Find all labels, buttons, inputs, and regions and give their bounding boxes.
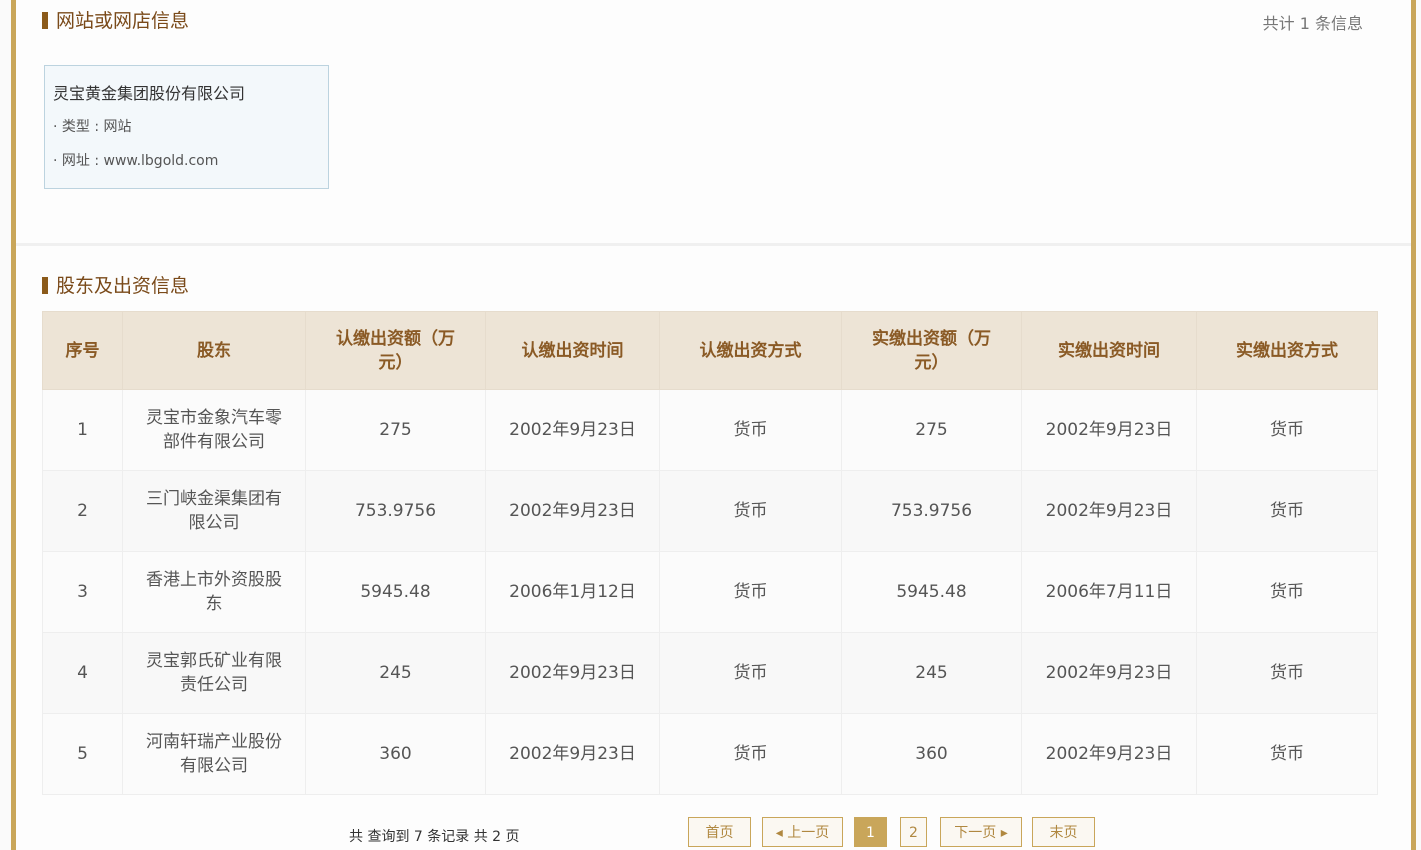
section-divider <box>16 243 1411 246</box>
website-card: 灵宝黄金集团股份有限公司 · 类型 : 网站 · 网址 : www.lbgold… <box>44 65 329 189</box>
page-1-button[interactable]: 1 <box>854 817 887 847</box>
cell-subscribed-date: 2002年9月23日 <box>485 389 660 471</box>
cell-subscribed-amount: 360 <box>305 713 486 795</box>
right-frame-border <box>1411 0 1421 850</box>
cell-paid-amount: 275 <box>841 389 1022 471</box>
table-row: 2 三门峡金渠集团有限公司 753.9756 2002年9月23日 货币 753… <box>42 470 1378 552</box>
next-page-button[interactable]: 下一页 ▸ <box>940 817 1022 847</box>
header-subscribed-method: 认缴出资方式 <box>659 311 842 390</box>
table-row: 5 河南轩瑞产业股份有限公司 360 2002年9月23日 货币 360 200… <box>42 713 1378 795</box>
cell-index: 2 <box>42 470 123 552</box>
cell-subscribed-method: 货币 <box>659 389 842 471</box>
prev-page-button[interactable]: ◂ 上一页 <box>762 817 843 847</box>
cell-subscribed-date: 2002年9月23日 <box>485 470 660 552</box>
left-frame-border <box>0 0 16 850</box>
cell-paid-date: 2002年9月23日 <box>1021 713 1197 795</box>
website-section-title: 网站或网店信息 <box>42 10 189 32</box>
cell-subscribed-method: 货币 <box>659 713 842 795</box>
shareholder-section-title: 股东及出资信息 <box>42 275 189 297</box>
header-subscribed-amount: 认缴出资额（万元） <box>305 311 486 390</box>
cell-shareholder: 河南轩瑞产业股份有限公司 <box>122 713 306 795</box>
website-type: · 类型 : 网站 <box>53 119 132 135</box>
cell-shareholder: 三门峡金渠集团有限公司 <box>122 470 306 552</box>
table-row: 4 灵宝郭氏矿业有限责任公司 245 2002年9月23日 货币 245 200… <box>42 632 1378 714</box>
cell-subscribed-method: 货币 <box>659 470 842 552</box>
cell-shareholder: 香港上市外资股股东 <box>122 551 306 633</box>
cell-subscribed-date: 2002年9月23日 <box>485 713 660 795</box>
cell-subscribed-method: 货币 <box>659 551 842 633</box>
cell-subscribed-date: 2002年9月23日 <box>485 632 660 714</box>
cell-index: 5 <box>42 713 123 795</box>
header-paid-amount: 实缴出资额（万元） <box>841 311 1022 390</box>
record-summary: 共 查询到 7 条记录 共 2 页 <box>349 829 520 845</box>
cell-subscribed-date: 2006年1月12日 <box>485 551 660 633</box>
header-paid-method: 实缴出资方式 <box>1196 311 1378 390</box>
table-row: 3 香港上市外资股股东 5945.48 2006年1月12日 货币 5945.4… <box>42 551 1378 633</box>
cell-paid-method: 货币 <box>1196 470 1378 552</box>
header-shareholder: 股东 <box>122 311 306 390</box>
cell-paid-amount: 245 <box>841 632 1022 714</box>
cell-paid-method: 货币 <box>1196 632 1378 714</box>
page-2-button[interactable]: 2 <box>900 817 927 847</box>
table-header-row: 序号 股东 认缴出资额（万元） 认缴出资时间 认缴出资方式 实缴出资额（万元） … <box>42 311 1378 390</box>
last-page-button[interactable]: 末页 <box>1032 817 1095 847</box>
cell-subscribed-amount: 5945.48 <box>305 551 486 633</box>
header-index: 序号 <box>42 311 123 390</box>
cell-paid-date: 2002年9月23日 <box>1021 470 1197 552</box>
cell-subscribed-amount: 275 <box>305 389 486 471</box>
header-subscribed-date: 认缴出资时间 <box>485 311 660 390</box>
cell-paid-date: 2002年9月23日 <box>1021 389 1197 471</box>
shareholder-table: 序号 股东 认缴出资额（万元） 认缴出资时间 认缴出资方式 实缴出资额（万元） … <box>42 311 1378 795</box>
website-url[interactable]: · 网址 : www.lbgold.com <box>53 150 320 170</box>
cell-index: 4 <box>42 632 123 714</box>
cell-paid-date: 2002年9月23日 <box>1021 632 1197 714</box>
cell-index: 3 <box>42 551 123 633</box>
cell-shareholder: 灵宝郭氏矿业有限责任公司 <box>122 632 306 714</box>
cell-paid-amount: 753.9756 <box>841 470 1022 552</box>
first-page-button[interactable]: 首页 <box>688 817 751 847</box>
cell-paid-method: 货币 <box>1196 551 1378 633</box>
cell-paid-method: 货币 <box>1196 389 1378 471</box>
cell-paid-date: 2006年7月11日 <box>1021 551 1197 633</box>
table-row: 1 灵宝市金象汽车零部件有限公司 275 2002年9月23日 货币 275 2… <box>42 389 1378 471</box>
cell-subscribed-method: 货币 <box>659 632 842 714</box>
website-total-count: 共计 1 条信息 <box>1262 14 1363 33</box>
header-paid-date: 实缴出资时间 <box>1021 311 1197 390</box>
cell-paid-method: 货币 <box>1196 713 1378 795</box>
cell-index: 1 <box>42 389 123 471</box>
cell-paid-amount: 360 <box>841 713 1022 795</box>
cell-subscribed-amount: 753.9756 <box>305 470 486 552</box>
website-company-name: 灵宝黄金集团股份有限公司 <box>53 84 246 103</box>
cell-shareholder: 灵宝市金象汽车零部件有限公司 <box>122 389 306 471</box>
cell-paid-amount: 5945.48 <box>841 551 1022 633</box>
cell-subscribed-amount: 245 <box>305 632 486 714</box>
